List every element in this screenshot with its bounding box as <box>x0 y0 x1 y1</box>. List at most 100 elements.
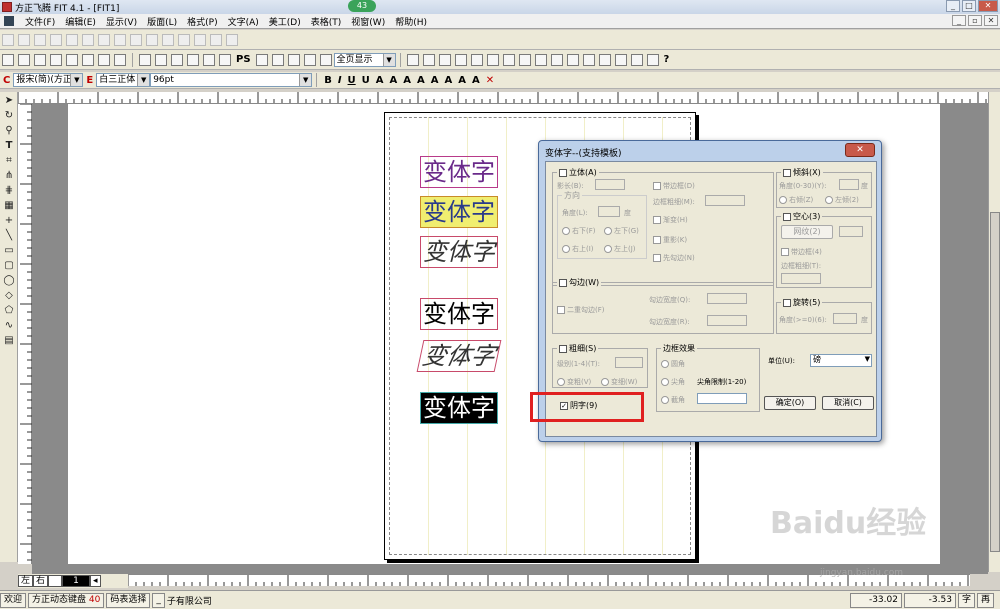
code-table-button[interactable]: 码表选择 <box>106 592 151 608</box>
zoom-tool-icon[interactable]: ⚲ <box>3 125 15 137</box>
row-icon[interactable] <box>438 53 451 66</box>
table-tool-icon[interactable]: ▦ <box>3 200 15 212</box>
maximize-button[interactable]: □ <box>962 0 976 12</box>
variant-text-sample[interactable]: 变体字 <box>420 196 498 228</box>
space-v-icon[interactable] <box>194 33 206 46</box>
distribute-h-icon[interactable] <box>98 33 110 46</box>
hollow-checkbox[interactable]: 空心(3) <box>781 211 823 222</box>
paragraph-indent-icon[interactable] <box>98 53 110 66</box>
new-file-icon[interactable] <box>139 53 151 66</box>
stereo-checkbox[interactable]: 立体(A) <box>557 167 599 178</box>
polygon-tool-icon[interactable]: ⬠ <box>3 305 15 317</box>
menu-layout[interactable]: 版面(L) <box>142 15 182 28</box>
skew-right-radio[interactable]: 右倾(Z) <box>779 195 813 205</box>
help-icon[interactable]: ? <box>664 54 670 65</box>
space-h-icon[interactable] <box>178 33 190 46</box>
link-tool-icon[interactable]: ⋔ <box>3 170 15 182</box>
strike-icon[interactable]: U <box>362 75 370 86</box>
skew-checkbox[interactable]: 倾斜(X) <box>781 167 823 178</box>
distribute-v-icon[interactable] <box>114 33 126 46</box>
menu-table[interactable]: 表格(T) <box>306 15 347 28</box>
english-font-select[interactable]: 白三正体 ▼ <box>96 73 151 87</box>
mdi-restore-button[interactable]: ▫ <box>968 15 982 26</box>
menu-edit[interactable]: 编辑(E) <box>60 15 101 28</box>
sharp-limit-field[interactable] <box>697 393 747 404</box>
link-icon[interactable] <box>598 53 611 66</box>
reverse-icon[interactable]: A <box>431 75 439 86</box>
border-weight-field[interactable] <box>705 195 745 206</box>
variant-text-sample[interactable]: 变体字 <box>416 340 502 372</box>
dir-right-down-radio[interactable]: 右下(F) <box>562 226 596 236</box>
export-icon[interactable] <box>203 53 215 66</box>
paragraph-align-right-icon[interactable] <box>34 53 46 66</box>
split-icon[interactable] <box>486 53 499 66</box>
same-height-icon[interactable] <box>146 33 158 46</box>
chinese-font-select[interactable]: 报宋(简)(方正) ▼ <box>13 73 84 87</box>
undo-icon[interactable] <box>303 53 316 66</box>
pattern-field[interactable] <box>839 226 863 237</box>
menu-format[interactable]: 格式(P) <box>182 15 222 28</box>
hollow-weight-field[interactable] <box>781 273 821 284</box>
front-icon[interactable] <box>582 53 595 66</box>
double-outline-checkbox[interactable]: 二重勾边(F) <box>557 305 605 315</box>
bevel-corner-radio[interactable]: 截角 <box>661 395 685 405</box>
page-tab-1[interactable]: 1 <box>62 575 91 587</box>
paragraph-align-left-icon[interactable] <box>2 53 14 66</box>
ellipse-tool-icon[interactable]: ◯ <box>3 275 15 287</box>
paragraph-distribute-icon[interactable] <box>66 53 78 66</box>
dir-left-up-radio[interactable]: 左上(J) <box>604 244 636 254</box>
menu-file[interactable]: 文件(F) <box>20 15 60 28</box>
gradient-checkbox[interactable]: 渐变(H) <box>653 215 688 225</box>
italic-icon[interactable]: I <box>338 75 342 86</box>
mdi-close-button[interactable]: ✕ <box>984 15 998 26</box>
vertical-scrollbar[interactable] <box>988 92 1000 572</box>
right-page-tab[interactable]: 右 <box>33 575 49 587</box>
variant-text-sample[interactable]: 变体字 <box>420 392 498 424</box>
rounded-rect-tool-icon[interactable]: ▢ <box>3 260 15 272</box>
clear-format-icon[interactable]: ✕ <box>486 75 494 86</box>
group-icon[interactable] <box>210 33 222 46</box>
horizontal-ruler[interactable] <box>18 92 988 104</box>
align-center-icon[interactable] <box>18 33 30 46</box>
paste-icon[interactable] <box>287 53 300 66</box>
subscript-icon[interactable]: A <box>390 75 398 86</box>
cancel-button[interactable]: 取消(C) <box>822 396 874 410</box>
same-size-icon[interactable] <box>162 33 174 46</box>
hollow-border-checkbox[interactable]: 带边框(4) <box>781 247 822 257</box>
superscript-icon[interactable]: A <box>376 75 384 86</box>
skew-angle-field[interactable] <box>839 179 859 190</box>
overlap-checkbox[interactable]: 重影(K) <box>653 235 687 245</box>
box-icon[interactable]: A <box>458 75 466 86</box>
menu-art[interactable]: 美工(D) <box>264 15 306 28</box>
align-left-icon[interactable] <box>2 33 14 46</box>
close-window-button[interactable]: ✕ <box>978 0 998 12</box>
layer-icon[interactable] <box>550 53 563 66</box>
rotate-checkbox[interactable]: 旋转(5) <box>781 297 823 308</box>
minimize-button[interactable]: _ <box>946 0 960 12</box>
variant-text-sample[interactable]: 变体字 <box>420 236 498 268</box>
outline-width1-field[interactable] <box>707 293 747 304</box>
document-icon[interactable] <box>4 16 14 26</box>
bold-icon[interactable]: B <box>324 75 332 86</box>
ok-button[interactable]: 确定(O) <box>764 396 816 410</box>
vertical-ruler[interactable] <box>18 103 32 564</box>
dir-left-down-radio[interactable]: 左下(G) <box>604 226 639 236</box>
mdi-minimize-button[interactable]: _ <box>952 15 966 26</box>
save-icon[interactable] <box>171 53 183 66</box>
page-thumb[interactable] <box>48 575 63 587</box>
scrollbar-thumb[interactable] <box>990 212 1000 552</box>
outline-checkbox[interactable]: 勾边(W) <box>557 277 602 288</box>
cut-icon[interactable] <box>255 53 268 66</box>
shadow-length-field[interactable] <box>595 179 625 190</box>
bezier-tool-icon[interactable]: ∿ <box>3 320 15 332</box>
same-width-icon[interactable] <box>130 33 142 46</box>
hook-first-checkbox[interactable]: 先勾边(N) <box>653 253 695 263</box>
align-right-icon[interactable] <box>34 33 46 46</box>
angle-field[interactable] <box>598 206 620 217</box>
grid-icon[interactable] <box>422 53 435 66</box>
border-icon[interactable] <box>518 53 531 66</box>
thickness-checkbox[interactable]: 粗细(S) <box>557 343 599 354</box>
skew-left-radio[interactable]: 左倾(2) <box>825 195 859 205</box>
crop-tool-icon[interactable]: ⌗ <box>3 155 15 167</box>
outline-icon[interactable]: A <box>403 75 411 86</box>
